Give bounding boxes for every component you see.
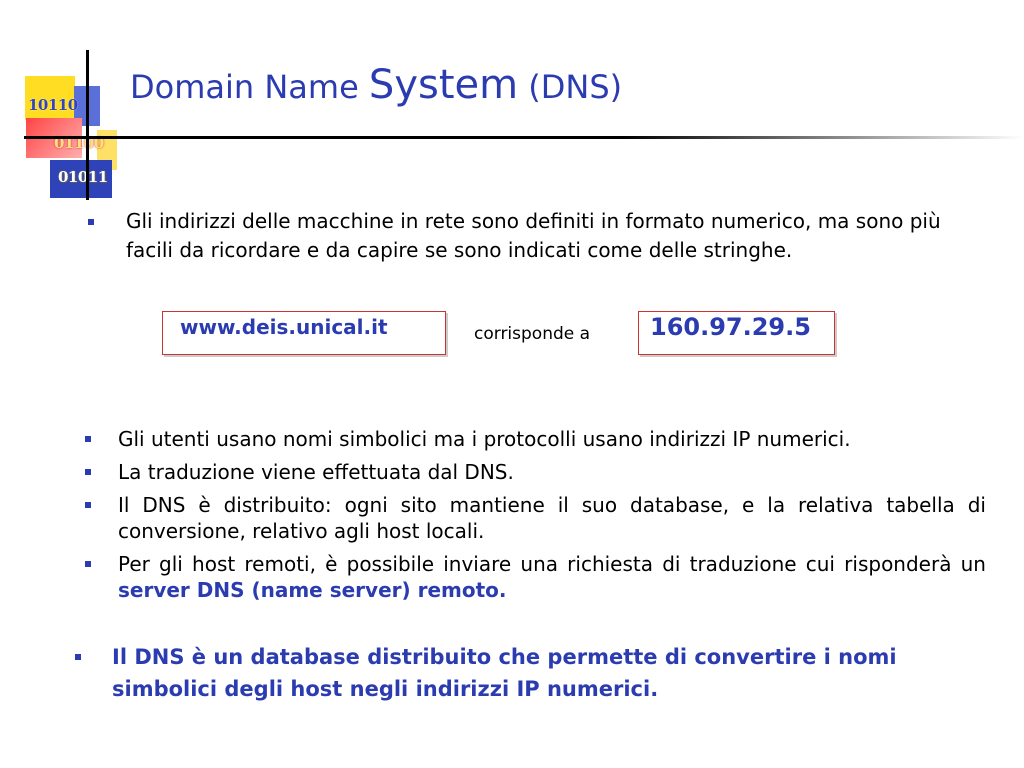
- logo-binary-3: 01011: [58, 168, 108, 186]
- intro-bullet-text: Gli indirizzi delle macchine in rete son…: [126, 209, 941, 262]
- list-item: Per gli host remoti, è possibile inviare…: [85, 551, 986, 603]
- title-part-1: Domain Name: [130, 68, 369, 106]
- bullet-square-icon: [88, 219, 94, 225]
- connector-text: corrisponde a: [474, 324, 591, 344]
- slide-title: Domain Name System (DNS): [130, 62, 622, 108]
- bullet-square-icon: [75, 654, 81, 660]
- bullet-square-icon: [85, 436, 91, 442]
- ip-address-text: 160.97.29.5: [650, 313, 811, 341]
- conclusion-text: Il DNS è un database distribuito che per…: [112, 645, 897, 701]
- conclusion-list: Il DNS è un database distribuito che per…: [75, 641, 982, 705]
- bullet-text: La traduzione viene effettuata dal DNS.: [118, 460, 514, 484]
- bullet-square-icon: [85, 502, 91, 508]
- horizontal-rule: [24, 136, 1024, 139]
- bullet-text: Gli utenti usano nomi simbolici ma i pro…: [118, 427, 851, 451]
- title-part-3: (DNS): [518, 68, 623, 106]
- intro-bullet: Gli indirizzi delle macchine in rete son…: [88, 207, 986, 265]
- details-list: Gli utenti usano nomi simbolici ma i pro…: [85, 426, 986, 610]
- hostname-text: www.deis.unical.it: [180, 315, 388, 339]
- vertical-rule: [86, 50, 89, 200]
- bullet-text: Il DNS è distribuito: ogni sito mantiene…: [118, 493, 986, 543]
- binary-logo: 10110 01100 01011: [0, 0, 130, 200]
- bullet-square-icon: [85, 561, 91, 567]
- list-item: La traduzione viene effettuata dal DNS.: [85, 459, 986, 485]
- bullet-square-icon: [85, 469, 91, 475]
- conclusion-bullet: Il DNS è un database distribuito che per…: [75, 641, 982, 705]
- bullet-text: Per gli host remoti, è possibile inviare…: [118, 552, 986, 576]
- list-item: Il DNS è distribuito: ogni sito mantiene…: [85, 492, 986, 544]
- title-part-2: System: [368, 62, 519, 108]
- list-item: Gli utenti usano nomi simbolici ma i pro…: [85, 426, 986, 452]
- intro-list: Gli indirizzi delle macchine in rete son…: [88, 207, 986, 265]
- logo-binary-1: 10110: [28, 96, 78, 114]
- bullet-highlight: server DNS (name server) remoto.: [118, 578, 507, 602]
